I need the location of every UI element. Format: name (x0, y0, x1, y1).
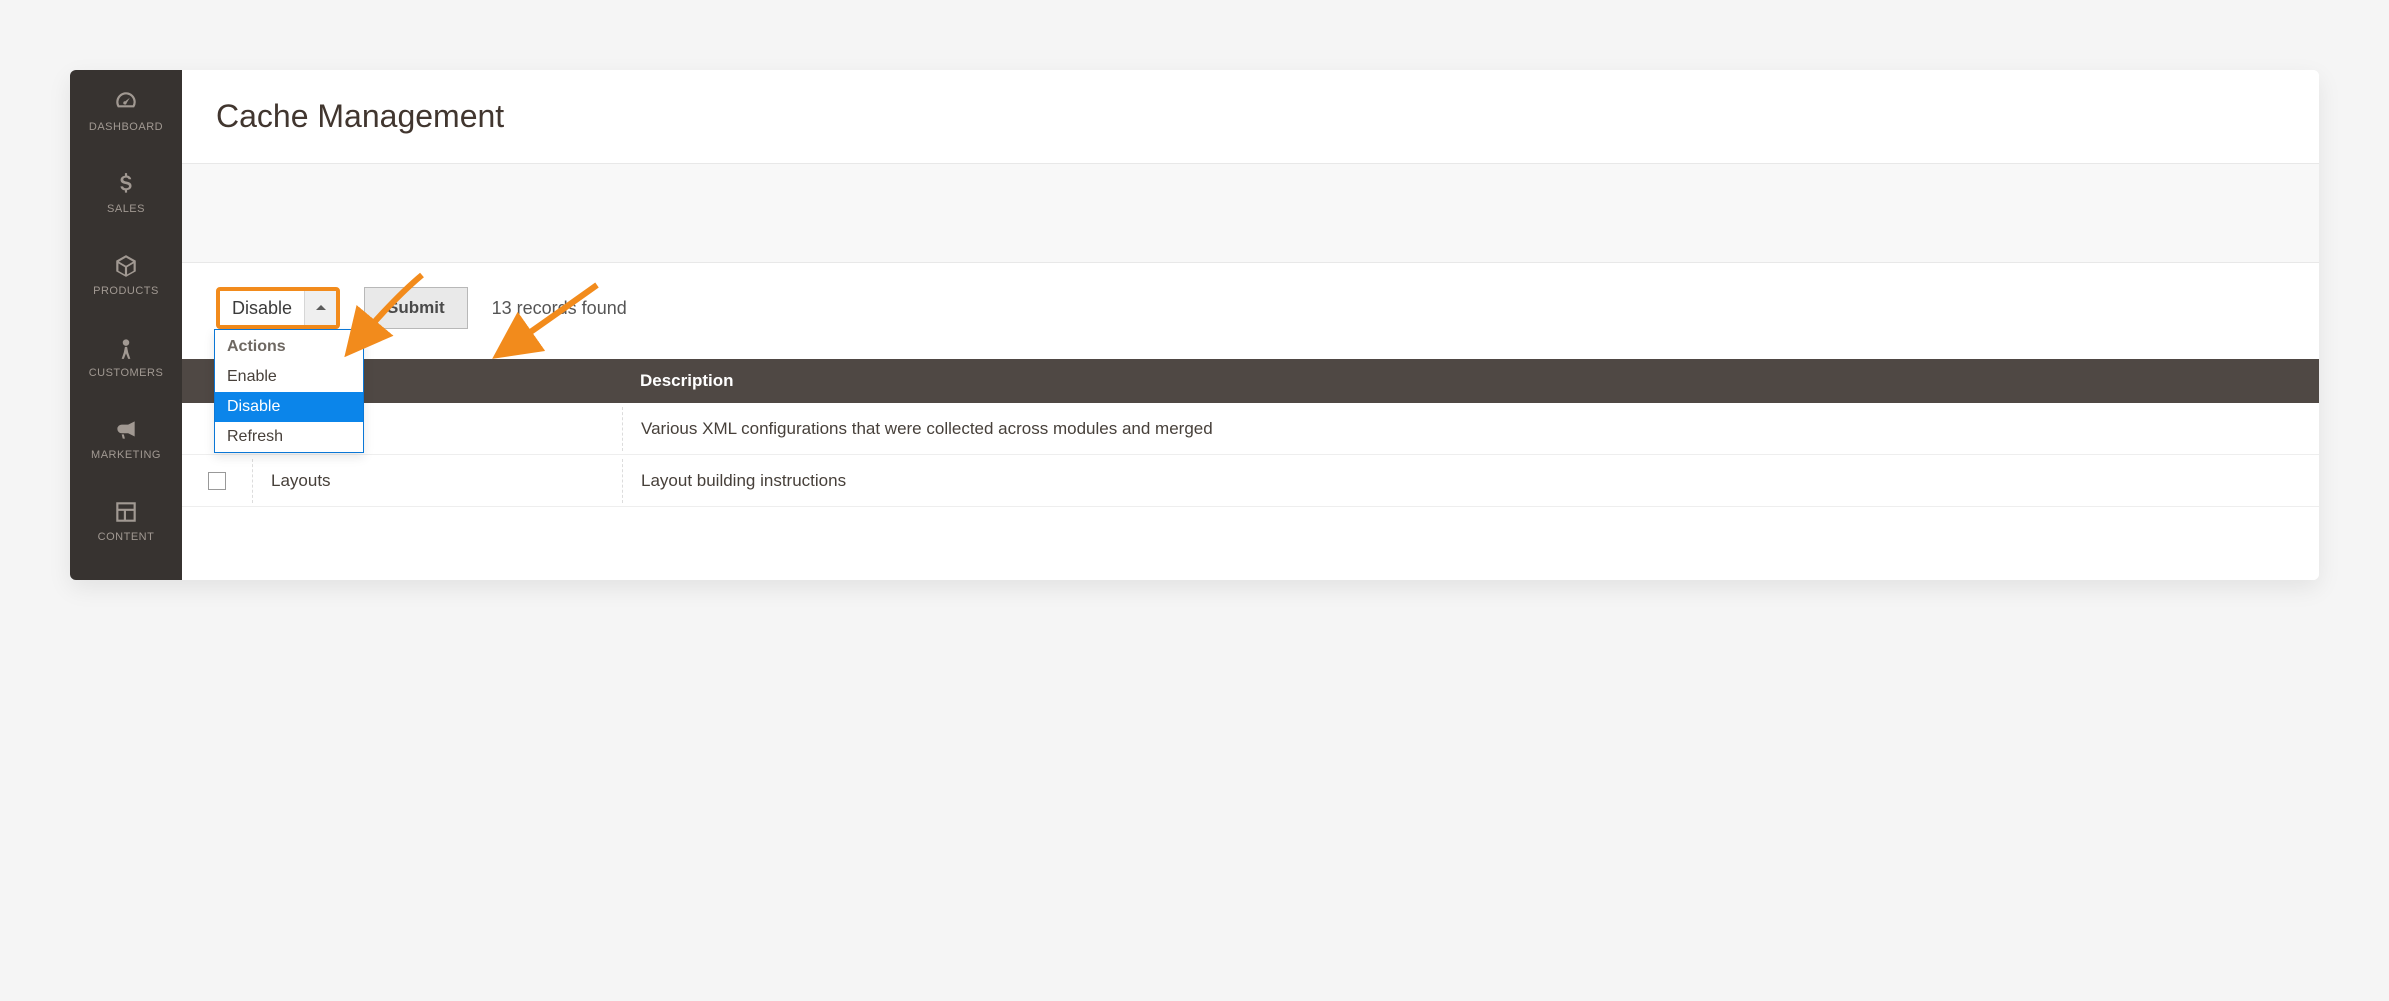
megaphone-icon (113, 417, 139, 443)
table-cell-description: Various XML configurations that were col… (622, 407, 2319, 451)
sidebar-item-customers[interactable]: CUSTOMERS (70, 316, 182, 398)
sidebar-item-label: SALES (107, 203, 145, 215)
actions-menu-header: Actions (215, 330, 363, 362)
actions-option-disable[interactable]: Disable (215, 392, 363, 422)
table-row: uration Various XML configurations that … (182, 403, 2319, 455)
main-panel: Cache Management Disable Actions Enable … (182, 70, 2319, 580)
sidebar-item-label: MARKETING (91, 449, 161, 461)
table-cell-type: Layouts (252, 459, 622, 503)
sidebar: DASHBOARD SALES PRODUCTS CUSTOMERS MARKE… (70, 70, 182, 580)
submit-button[interactable]: Submit (364, 287, 468, 329)
notice-band (182, 163, 2319, 263)
sidebar-item-dashboard[interactable]: DASHBOARD (70, 70, 182, 152)
toolbar: Disable Actions Enable Disable Refresh S… (182, 263, 2319, 329)
sidebar-item-label: CUSTOMERS (89, 367, 164, 379)
actions-option-enable[interactable]: Enable (215, 362, 363, 392)
sidebar-item-label: CONTENT (98, 531, 155, 543)
table-header-description: Description (622, 359, 2319, 403)
sidebar-item-label: DASHBOARD (89, 121, 163, 133)
actions-dropdown-trigger[interactable]: Disable (216, 287, 340, 329)
cache-table: Cache Type Description uration Various X… (182, 359, 2319, 507)
actions-dropdown[interactable]: Disable Actions Enable Disable Refresh (216, 287, 340, 329)
sidebar-item-content[interactable]: CONTENT (70, 480, 182, 562)
table-row: Layouts Layout building instructions (182, 455, 2319, 507)
checkbox-icon[interactable] (208, 472, 226, 490)
actions-selected-label: Disable (220, 298, 304, 319)
dollar-icon (113, 171, 139, 197)
sidebar-item-sales[interactable]: SALES (70, 152, 182, 234)
sidebar-item-products[interactable]: PRODUCTS (70, 234, 182, 316)
table-cell-description: Layout building instructions (622, 459, 2319, 503)
dashboard-icon (113, 89, 139, 115)
actions-option-refresh[interactable]: Refresh (215, 422, 363, 452)
chevron-up-icon (304, 291, 336, 325)
app-window: DASHBOARD SALES PRODUCTS CUSTOMERS MARKE… (70, 70, 2319, 580)
page-title: Cache Management (182, 70, 2319, 163)
sidebar-item-label: PRODUCTS (93, 285, 159, 297)
table-cell-checkbox[interactable] (182, 472, 252, 490)
layout-icon (113, 499, 139, 525)
records-found-label: 13 records found (492, 298, 627, 319)
sidebar-item-marketing[interactable]: MARKETING (70, 398, 182, 480)
box-icon (113, 253, 139, 279)
table-header-row: Cache Type Description (182, 359, 2319, 403)
person-icon (113, 335, 139, 361)
actions-dropdown-menu: Actions Enable Disable Refresh (214, 329, 364, 453)
